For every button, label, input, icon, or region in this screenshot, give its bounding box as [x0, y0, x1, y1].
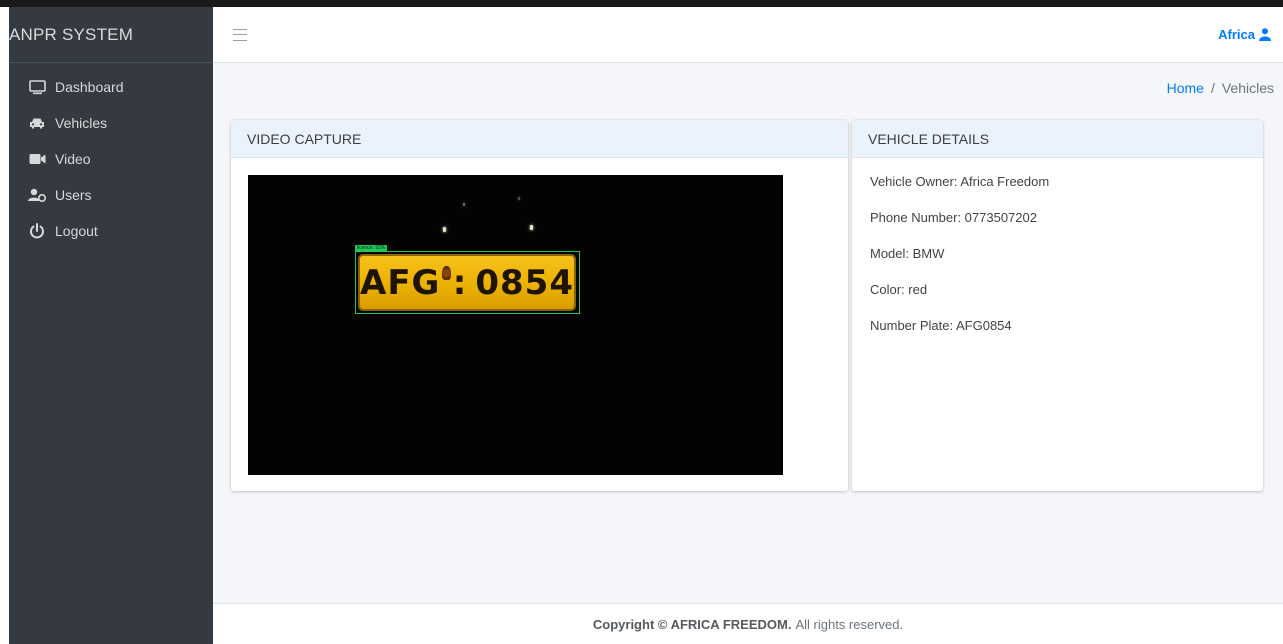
license-plate: AFG : 0854	[358, 254, 576, 311]
main-content: Africa Home / Vehicles VIDEO CAPTURE lic…	[213, 7, 1283, 644]
sidebar-item-label: Logout	[55, 223, 98, 239]
sidebar-item-label: Video	[55, 151, 91, 167]
plate-text-right: 0854	[475, 262, 574, 303]
background-light	[443, 227, 446, 232]
plate-text-separator: :	[452, 262, 468, 303]
vehicle-color: Color: red	[870, 282, 928, 297]
top-navbar: Africa	[213, 7, 1283, 63]
window-left-edge	[0, 7, 9, 644]
user-icon	[1259, 28, 1271, 41]
video-feed[interactable]: licence: 92% AFG : 0854	[248, 175, 783, 475]
plate-emblem-icon	[442, 266, 451, 280]
plate-text-left: AFG	[360, 262, 441, 303]
vehicle-details-title: VEHICLE DETAILS	[852, 120, 1263, 158]
window-top-bar	[0, 0, 1283, 7]
sidebar-item-dashboard[interactable]: Dashboard	[9, 69, 213, 105]
vehicle-owner: Vehicle Owner: Africa Freedom	[870, 174, 1050, 189]
video-capture-title: VIDEO CAPTURE	[231, 120, 848, 158]
vehicle-model: Model: BMW	[870, 246, 945, 261]
phone-number: Phone Number: 0773507202	[870, 210, 1037, 225]
sidebar-item-label: Users	[55, 187, 92, 203]
breadcrumb-home-link[interactable]: Home	[1167, 80, 1204, 96]
vehicle-details-card: VEHICLE DETAILS Vehicle Owner: Africa Fr…	[852, 120, 1263, 491]
vehicle-details-body: Vehicle Owner: Africa Freedom Phone Numb…	[852, 158, 1263, 370]
sidebar-item-logout[interactable]: Logout	[9, 213, 213, 249]
sidebar: ANPR SYSTEM Dashboard Vehicles Video Use…	[9, 7, 213, 644]
video-capture-card: VIDEO CAPTURE licence: 92% AFG : 0854	[231, 120, 848, 491]
page-footer: Copyright © AFRICA FREEDOM. All rights r…	[213, 603, 1283, 644]
plate-detection-box: licence: 92% AFG : 0854	[355, 245, 580, 314]
sidebar-item-label: Dashboard	[55, 79, 124, 95]
background-light	[530, 225, 533, 230]
sidebar-item-label: Vehicles	[55, 115, 108, 131]
sidebar-item-vehicles[interactable]: Vehicles	[9, 105, 213, 141]
users-icon	[28, 186, 46, 204]
user-menu[interactable]: Africa	[1218, 27, 1271, 42]
sidebar-nav: Dashboard Vehicles Video Users Logout	[9, 63, 213, 249]
video-camera-icon	[28, 150, 46, 168]
number-plate: Number Plate: AFG0854	[870, 318, 1012, 333]
monitor-icon	[28, 78, 46, 96]
detection-confidence-label: licence: 92%	[355, 245, 388, 252]
brand-logo[interactable]: ANPR SYSTEM	[9, 7, 213, 63]
breadcrumb: Home / Vehicles	[1167, 80, 1274, 96]
background-light	[518, 197, 520, 200]
breadcrumb-separator: /	[1210, 80, 1215, 96]
sidebar-item-video[interactable]: Video	[9, 141, 213, 177]
footer-rights: All rights reserved.	[795, 616, 904, 632]
power-icon	[28, 222, 46, 240]
hamburger-icon[interactable]	[233, 28, 247, 41]
footer-copyright: Copyright © AFRICA FREEDOM.	[592, 616, 792, 632]
background-light	[463, 203, 465, 206]
user-name: Africa	[1218, 27, 1255, 42]
car-icon	[28, 114, 46, 132]
sidebar-item-users[interactable]: Users	[9, 177, 213, 213]
breadcrumb-current: Vehicles	[1221, 80, 1274, 96]
